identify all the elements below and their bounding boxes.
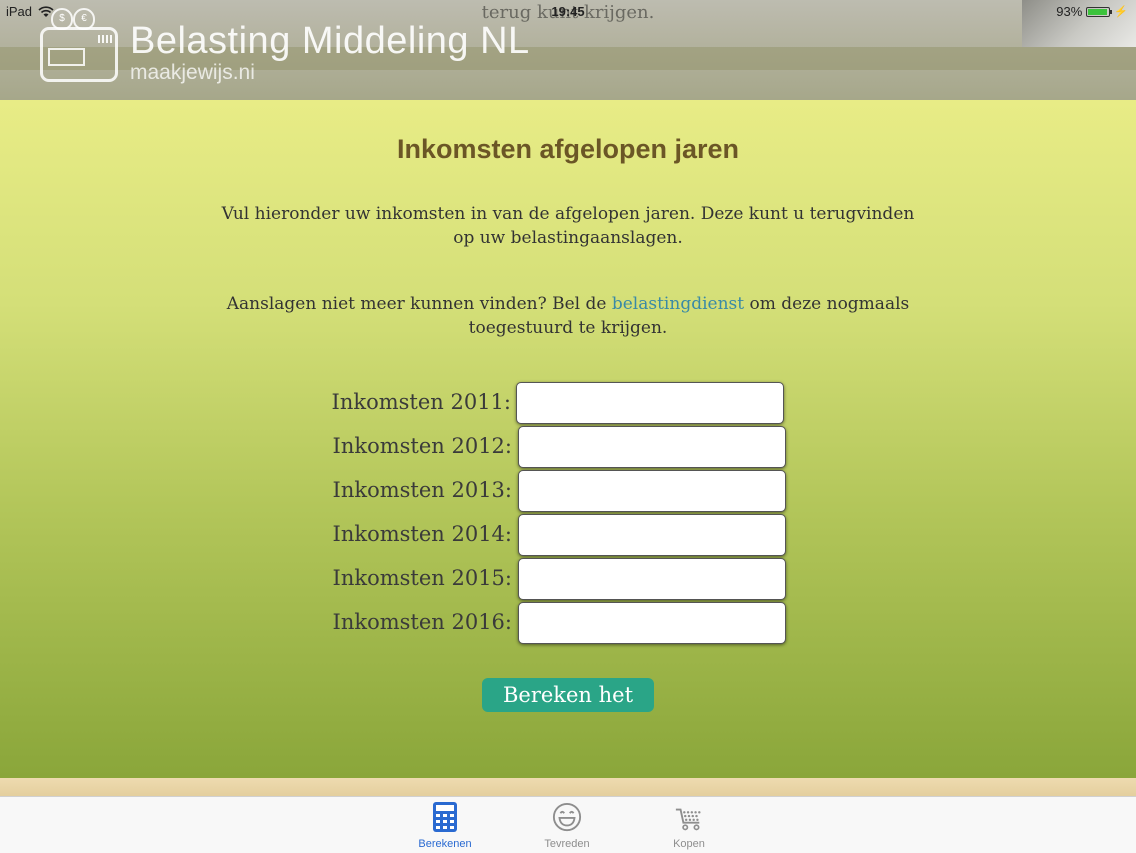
logo-barcode	[98, 35, 112, 43]
tab-label-berekenen: Berekenen	[418, 838, 472, 850]
income-label-2015: Inkomsten 2015:	[332, 566, 512, 590]
app-logo: $ €	[40, 8, 118, 82]
income-input-2014[interactable]	[518, 514, 786, 556]
income-input-2016[interactable]	[518, 602, 786, 644]
income-input-2012[interactable]	[518, 426, 786, 468]
income-row-2012: Inkomsten 2012:	[0, 426, 1136, 468]
income-input-2015[interactable]	[518, 558, 786, 600]
income-row-2014: Inkomsten 2014:	[0, 514, 1136, 556]
tab-tevreden[interactable]: Tevreden	[527, 801, 607, 850]
income-label-2014: Inkomsten 2014:	[332, 522, 512, 546]
income-row-2016: Inkomsten 2016:	[0, 602, 1136, 644]
cart-icon	[675, 808, 701, 831]
footer-strip	[0, 778, 1136, 796]
page-title: Inkomsten afgelopen jaren	[396, 134, 740, 164]
calculator-icon	[433, 802, 457, 832]
tab-label-kopen: Kopen	[673, 838, 705, 850]
battery-percent: 93%	[1056, 4, 1083, 19]
intro-text: Vul hieronder uw inkomsten in van de afg…	[221, 204, 915, 248]
status-bar: iPad 19:45 93% ⚡	[0, 0, 1136, 24]
app-subtitle: maakjewijs.ni	[130, 61, 255, 84]
tab-berekenen[interactable]: Berekenen	[405, 801, 485, 850]
income-row-2011: Inkomsten 2011:	[0, 382, 1136, 424]
tab-kopen[interactable]: Kopen	[649, 801, 729, 850]
smiley-icon	[552, 802, 582, 832]
tab-label-tevreden: Tevreden	[544, 838, 590, 850]
belastingdienst-link[interactable]: belastingdienst	[612, 294, 744, 314]
charging-icon: ⚡	[1114, 6, 1128, 18]
income-label-2011: Inkomsten 2011:	[331, 390, 511, 414]
logo-slot	[48, 48, 85, 66]
battery-icon	[1086, 6, 1113, 17]
income-label-2013: Inkomsten 2013:	[332, 478, 512, 502]
help-text: Aanslagen niet meer kunnen vinden? Bel d…	[218, 292, 918, 340]
income-input-2011[interactable]	[516, 382, 784, 424]
calculate-button[interactable]: Bereken het	[482, 678, 654, 712]
income-input-2013[interactable]	[518, 470, 786, 512]
income-label-2016: Inkomsten 2016:	[332, 610, 512, 634]
tab-bar: Berekenen Tevreden Kopen	[0, 796, 1136, 853]
income-label-2012: Inkomsten 2012:	[332, 434, 512, 458]
income-row-2015: Inkomsten 2015:	[0, 558, 1136, 600]
clock: 19:45	[551, 4, 585, 19]
app-title: Belasting Middeling NL	[130, 20, 530, 62]
income-row-2013: Inkomsten 2013:	[0, 470, 1136, 512]
help-text-before: Aanslagen niet meer kunnen vinden? Bel d…	[226, 294, 612, 314]
main-content: Inkomsten afgelopen jaren Vul hieronder …	[0, 100, 1136, 778]
